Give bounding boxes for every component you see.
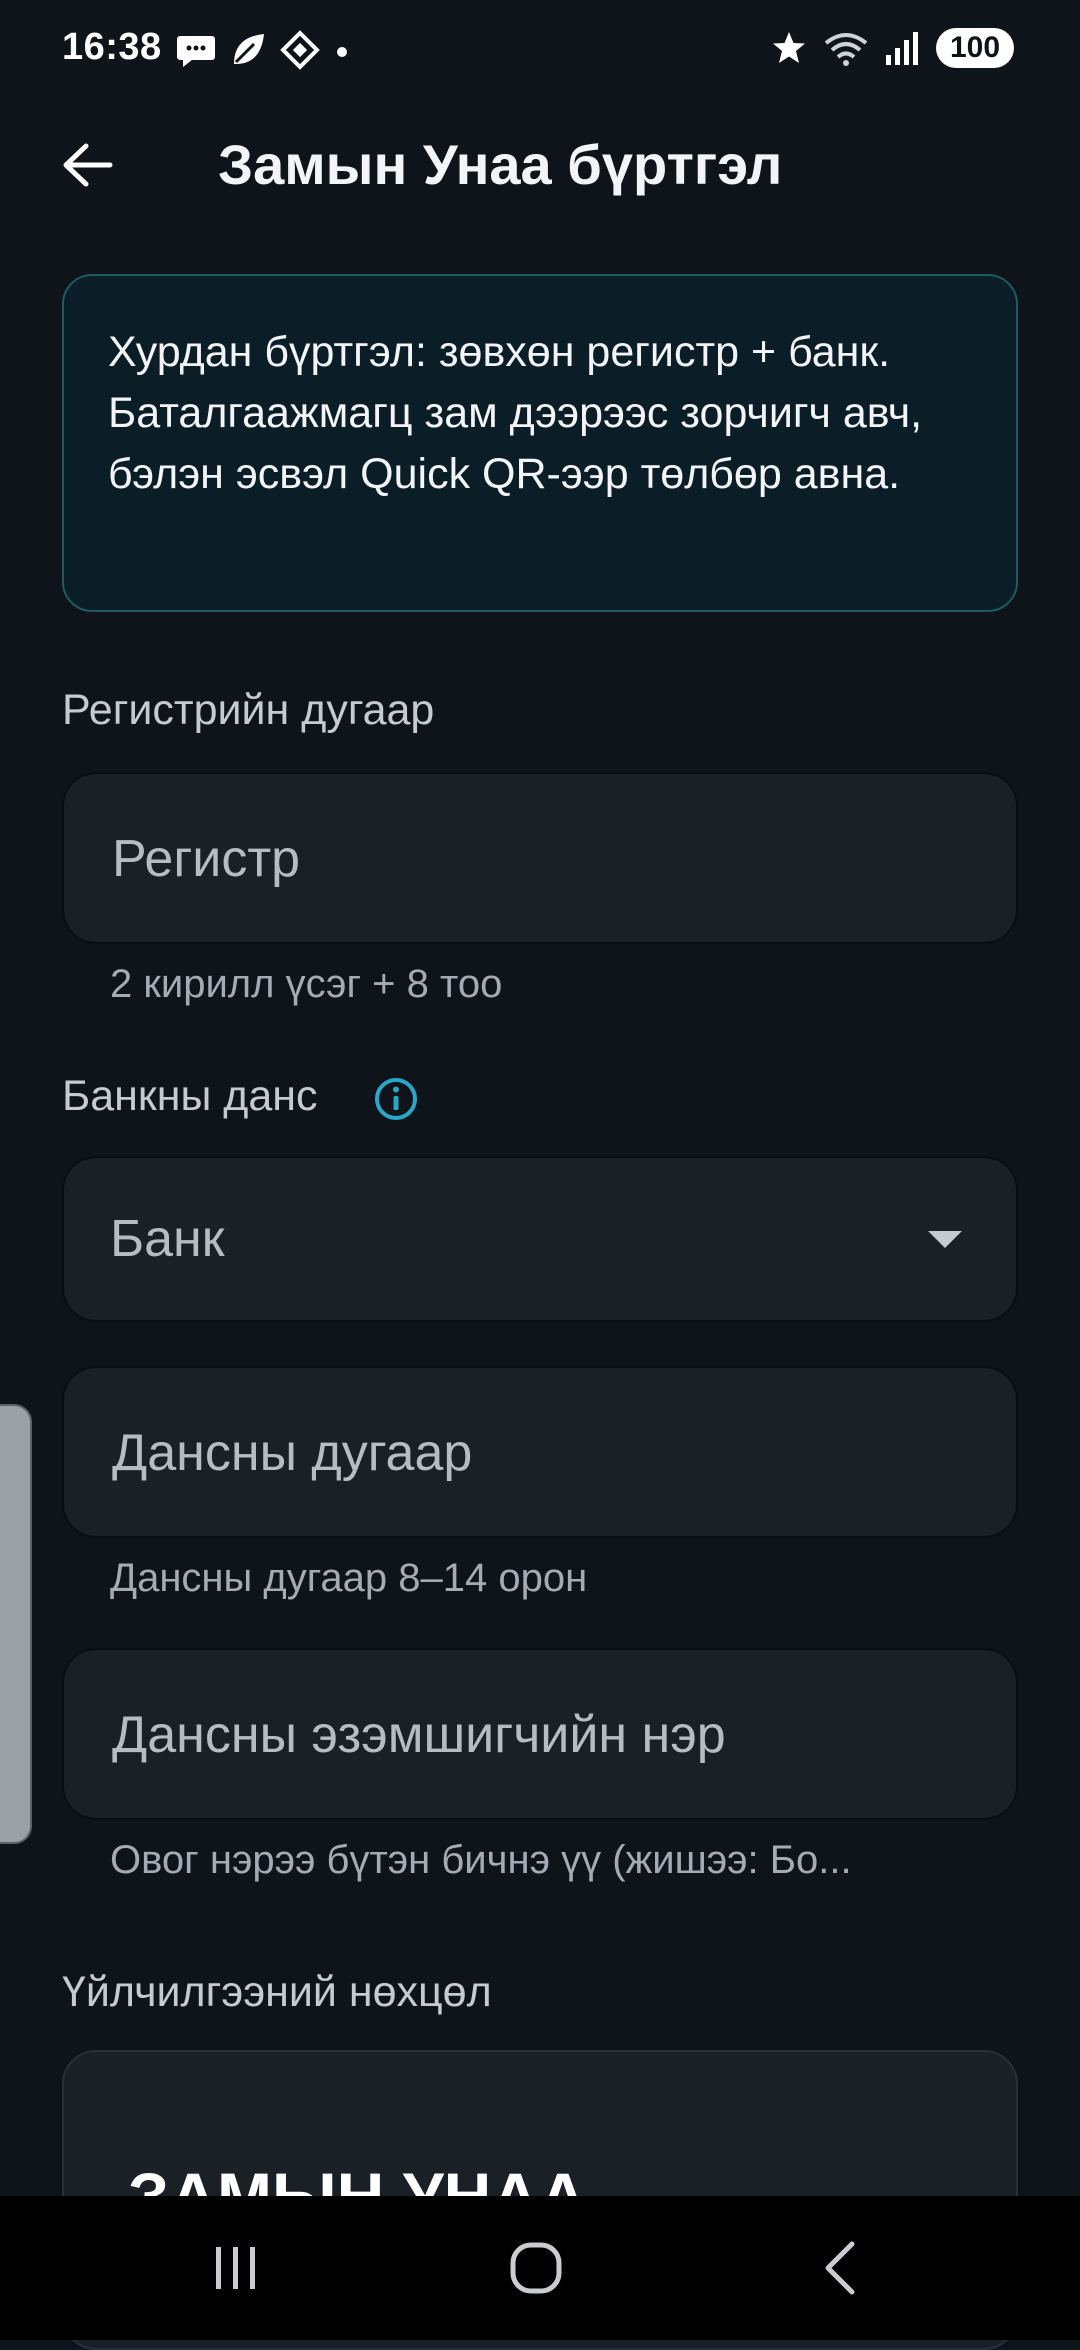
registration-helper: 2 кирилл үсэг + 8 тоо	[110, 962, 503, 1006]
terms-label: Үйлчилгээний нөхцөл	[62, 1968, 492, 2016]
bank-account-label: Банкны данс	[62, 1072, 318, 1120]
account-number-field[interactable]	[62, 1366, 1018, 1538]
page-title: Замын Унаа бүртгэл	[218, 133, 783, 196]
battery-indicator: 100	[936, 28, 1014, 68]
system-back-button[interactable]	[770, 2196, 910, 2340]
account-number-input[interactable]	[110, 1368, 974, 1538]
navigation-bar	[0, 2196, 1080, 2340]
star-icon	[773, 32, 805, 63]
account-holder-helper: Овог нэрээ бүтэн бичнэ үү (жишээ: Бо...	[110, 1838, 852, 1882]
leaf-icon	[234, 34, 264, 64]
status-bar: 16:38 100	[0, 0, 1080, 100]
notification-icons	[176, 30, 352, 70]
home-button[interactable]	[466, 2196, 606, 2340]
recent-apps-button[interactable]	[166, 2196, 306, 2340]
account-holder-input[interactable]	[110, 1650, 974, 1820]
bank-select-value: Банк	[110, 1210, 225, 1268]
edge-panel-handle[interactable]	[0, 1404, 32, 1844]
info-banner-text: Хурдан бүртгэл: зөвхөн регистр + банк. Б…	[108, 328, 923, 498]
wifi-icon	[824, 33, 868, 66]
account-number-helper: Дансны дугаар 8–14 орон	[110, 1556, 588, 1600]
recent-apps-icon	[216, 2247, 255, 2289]
app-bar: Замын Унаа бүртгэл	[0, 100, 1080, 230]
info-banner: Хурдан бүртгэл: зөвхөн регистр + банк. Б…	[62, 274, 1018, 612]
diamond-app-icon	[280, 30, 320, 70]
bank-select[interactable]: Банк	[62, 1156, 1018, 1322]
bank-select-arrow	[928, 1158, 962, 1320]
account-holder-field[interactable]	[62, 1648, 1018, 1820]
home-icon	[510, 2242, 562, 2294]
system-icons: 100	[770, 28, 1014, 68]
chat-bubble-icon	[177, 36, 215, 67]
registration-input[interactable]	[110, 774, 974, 944]
info-circle-icon[interactable]	[373, 1076, 419, 1122]
back-chevron-icon	[825, 2241, 855, 2295]
status-time: 16:38	[62, 26, 162, 68]
back-button[interactable]	[52, 130, 122, 200]
registration-field[interactable]	[62, 772, 1018, 944]
caret-down-icon	[928, 1231, 962, 1248]
registration-label: Регистрийн дугаар	[62, 686, 435, 734]
dot-icon	[337, 47, 347, 57]
arrow-left-icon	[63, 143, 113, 187]
signal-icon	[886, 32, 918, 65]
